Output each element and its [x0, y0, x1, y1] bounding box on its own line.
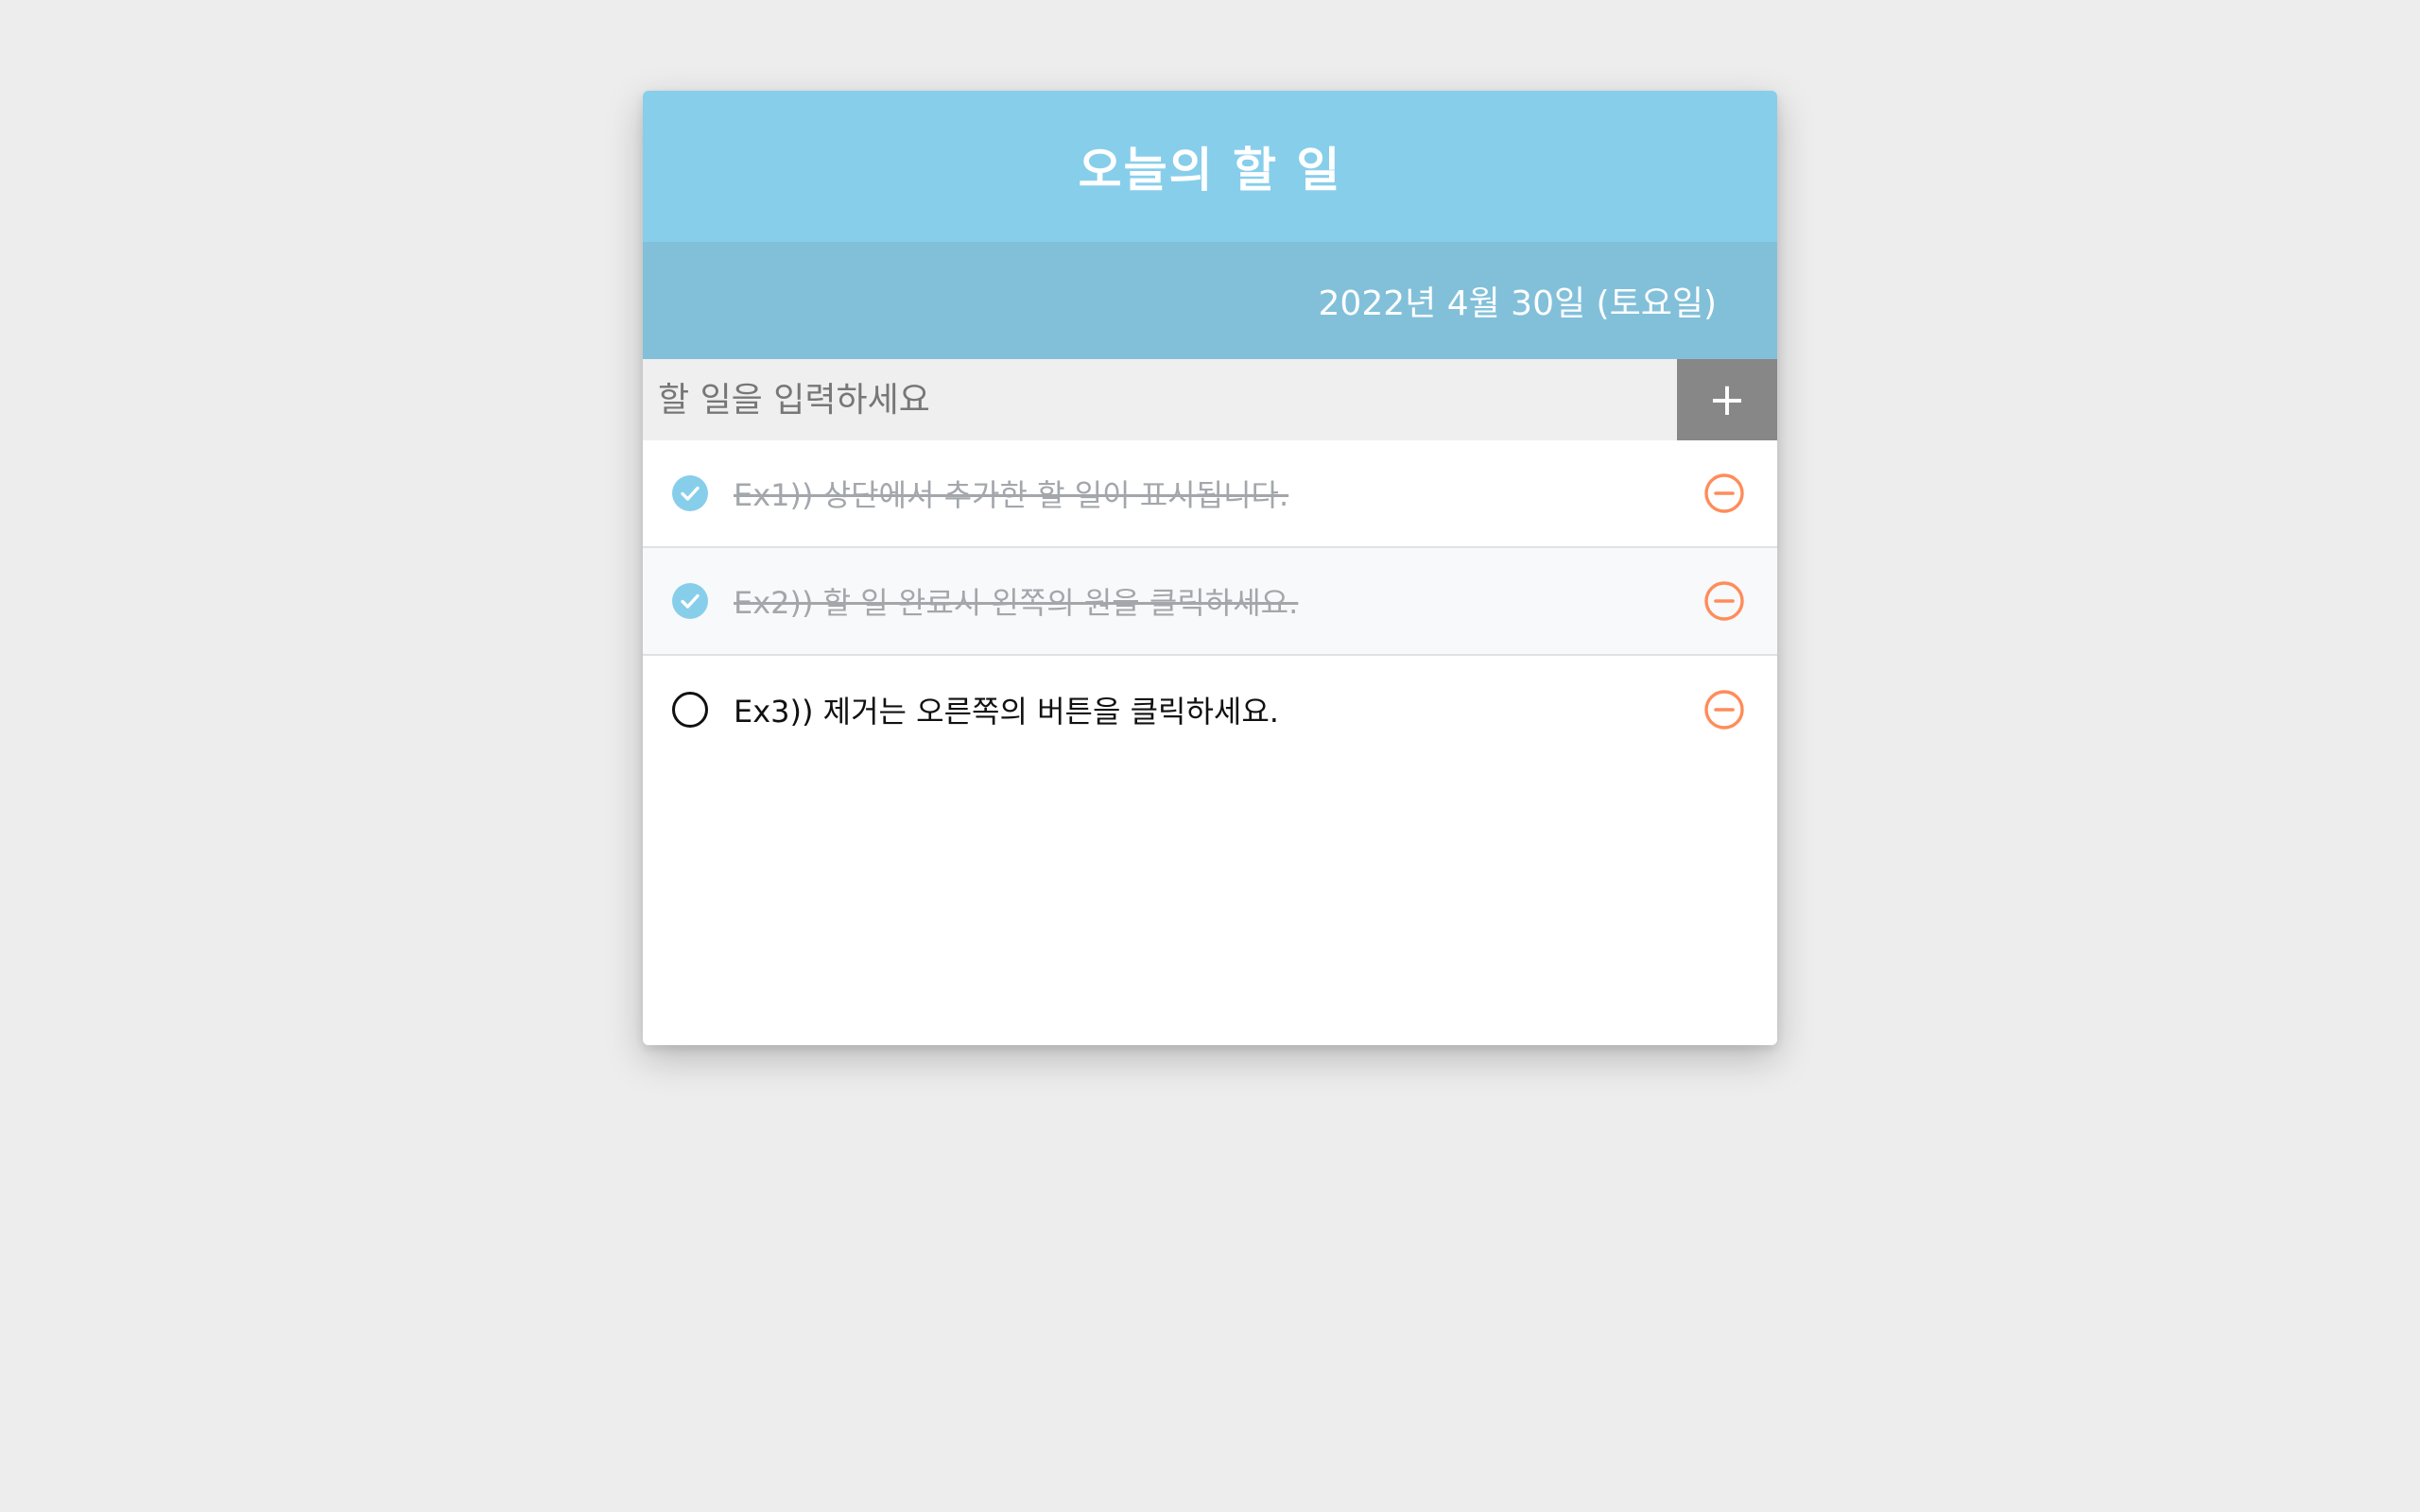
check-circle-icon[interactable] [671, 474, 709, 512]
todo-item-text: Ex3)) 제거는 오른쪽의 버튼을 클릭하세요. [734, 694, 1279, 730]
todo-item-text: Ex1)) 상단에서 추가한 할 일이 표시됩니다. [734, 477, 1289, 513]
app-header: 오늘의 할 일 [643, 91, 1777, 242]
todo-input-row: + [643, 359, 1777, 440]
minus-circle-icon[interactable] [1703, 689, 1745, 730]
current-date: 2022년 4월 30일 (토요일) [1318, 284, 1717, 323]
todo-app-card: 오늘의 할 일 2022년 4월 30일 (토요일) + Ex1)) 상단에서 … [643, 91, 1777, 1045]
page-title: 오늘의 할 일 [1078, 143, 1342, 198]
todo-item-text: Ex2)) 할 일 완료시 왼쪽의 원을 클릭하세요. [734, 585, 1299, 621]
check-circle-icon[interactable] [671, 582, 709, 620]
date-bar: 2022년 4월 30일 (토요일) [643, 242, 1777, 359]
todo-input[interactable] [643, 359, 1677, 440]
todo-item: Ex1)) 상단에서 추가한 할 일이 표시됩니다. [643, 440, 1777, 548]
empty-circle-icon[interactable] [671, 691, 709, 729]
todo-list: Ex1)) 상단에서 추가한 할 일이 표시됩니다. Ex2)) 할 일 완료시 … [643, 440, 1777, 764]
add-todo-button[interactable]: + [1677, 359, 1777, 440]
minus-circle-icon[interactable] [1703, 472, 1745, 514]
minus-circle-icon[interactable] [1703, 580, 1745, 622]
todo-item: Ex3)) 제거는 오른쪽의 버튼을 클릭하세요. [643, 656, 1777, 764]
todo-item: Ex2)) 할 일 완료시 왼쪽의 원을 클릭하세요. [643, 548, 1777, 656]
